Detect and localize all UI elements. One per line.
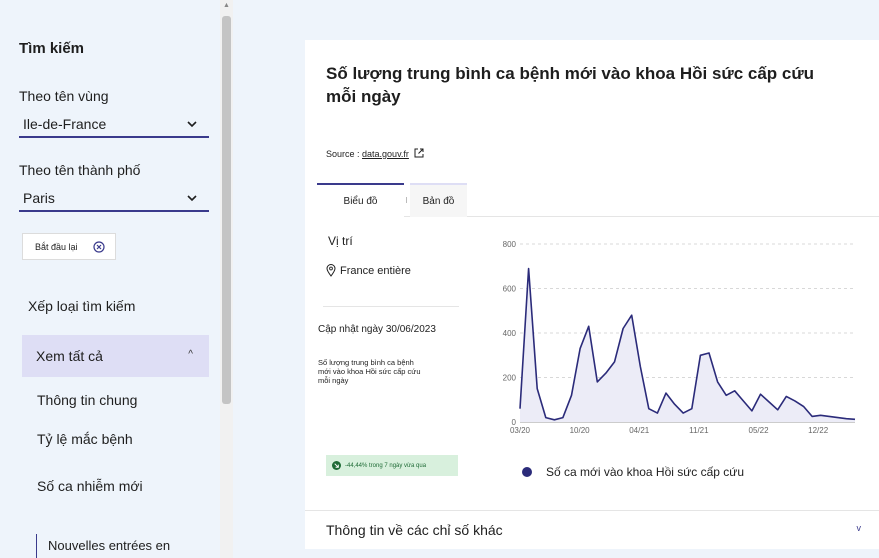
chevron-up-icon: ^ — [188, 349, 193, 360]
search-title: Tìm kiếm — [19, 40, 85, 57]
divider — [323, 306, 459, 307]
city-select-value: Paris — [23, 189, 55, 206]
trend-badge: -44,44% trong 7 ngày vừa qua — [326, 455, 458, 476]
other-indicators-label: Thông tin về các chỉ số khác — [326, 522, 503, 538]
chevron-down-icon — [187, 195, 197, 202]
y-tick-label: 400 — [503, 329, 517, 338]
reset-label: Bắt đầu lại — [35, 241, 78, 252]
info-panel: Vị trí France entière Cập nhật ngày 30/0… — [305, 218, 465, 513]
y-tick-label: 200 — [503, 374, 517, 383]
city-label: Theo tên thành phố — [19, 162, 141, 178]
tab-chart[interactable]: Biểu đồ — [317, 183, 404, 217]
chart-legend: Số ca mới vào khoa Hồi sức cấp cứu — [522, 465, 744, 479]
sidebar: Tìm kiếm Theo tên vùng Ile-de-France The… — [0, 0, 220, 558]
view-all-label: Xem tất cả — [36, 348, 103, 364]
location: France entière — [326, 264, 411, 277]
legend-label: Số ca mới vào khoa Hồi sức cấp cứu — [546, 465, 745, 479]
x-tick-label: 03/20 — [510, 426, 531, 435]
series-line — [519, 267, 856, 421]
x-tick-label: 11/21 — [689, 426, 709, 435]
region-label: Theo tên vùng — [19, 88, 109, 104]
sidebar-item-incidence[interactable]: Tỷ lệ mắc bệnh — [37, 431, 133, 447]
region-select[interactable]: Ile-de-France — [19, 111, 209, 138]
indicator-description: Số lượng trung bình ca bệnh mới vào khoa… — [318, 358, 421, 385]
source-link[interactable]: data.gouv.fr — [362, 149, 409, 159]
tab-map[interactable]: Bản đồ — [410, 183, 467, 217]
view-all-accordion[interactable]: Xem tất cả ^ — [22, 335, 209, 377]
other-indicators-accordion[interactable]: Thông tin về các chỉ số khác v — [305, 510, 879, 549]
y-tick-label: 600 — [503, 285, 517, 294]
chevron-down-icon: v — [856, 523, 862, 533]
icu-chart: 020040060080003/20 10/20 04/21 11/21 05/22 12… — [503, 240, 856, 435]
source: Source : data.gouv.fr — [326, 148, 424, 159]
card-title: Số lượng trung bình ca bệnh mới vào khoa… — [326, 64, 815, 106]
external-link-icon[interactable] — [414, 148, 424, 158]
indicator-card: Số lượng trung bình ca bệnh mới vào khoa… — [305, 40, 879, 549]
scrollbar[interactable]: ▲ — [220, 0, 233, 558]
legend-swatch — [522, 467, 532, 477]
x-tick-label: 05/22 — [749, 426, 770, 435]
chevron-down-icon — [187, 121, 197, 128]
location-pin-icon — [326, 264, 336, 277]
location-title: Vị trí — [328, 234, 353, 248]
region-select-value: Ile-de-France — [23, 115, 107, 132]
tabs: Biểu đồ Bản đồ — [317, 183, 879, 217]
ranking-label: Xếp loại tìm kiếm — [28, 298, 136, 314]
scroll-up-icon[interactable]: ▲ — [223, 2, 230, 9]
close-circle-icon — [93, 241, 105, 253]
scrollbar-thumb[interactable] — [222, 16, 231, 404]
x-tick-label: 04/21 — [629, 426, 650, 435]
reset-button[interactable]: Bắt đầu lại — [22, 233, 116, 260]
source-prefix: Source : — [326, 149, 363, 159]
location-value: France entière — [340, 264, 411, 277]
update-date: Cập nhật ngày 30/06/2023 — [318, 324, 436, 335]
sidebar-item-new-cases[interactable]: Số ca nhiễm mới — [37, 478, 143, 494]
arrow-down-circle-icon — [332, 461, 341, 470]
trend-text: -44,44% trong 7 ngày vừa qua — [345, 462, 427, 469]
city-select[interactable]: Paris — [19, 185, 209, 212]
x-tick-label: 10/20 — [570, 426, 591, 435]
x-tick-label: 12/22 — [808, 426, 829, 435]
tab-separator — [406, 197, 407, 203]
sidebar-item-icu-entries[interactable]: Nouvelles entrées en — [36, 534, 170, 558]
sidebar-item-general-info[interactable]: Thông tin chung — [37, 392, 137, 408]
y-tick-label: 800 — [503, 240, 517, 249]
